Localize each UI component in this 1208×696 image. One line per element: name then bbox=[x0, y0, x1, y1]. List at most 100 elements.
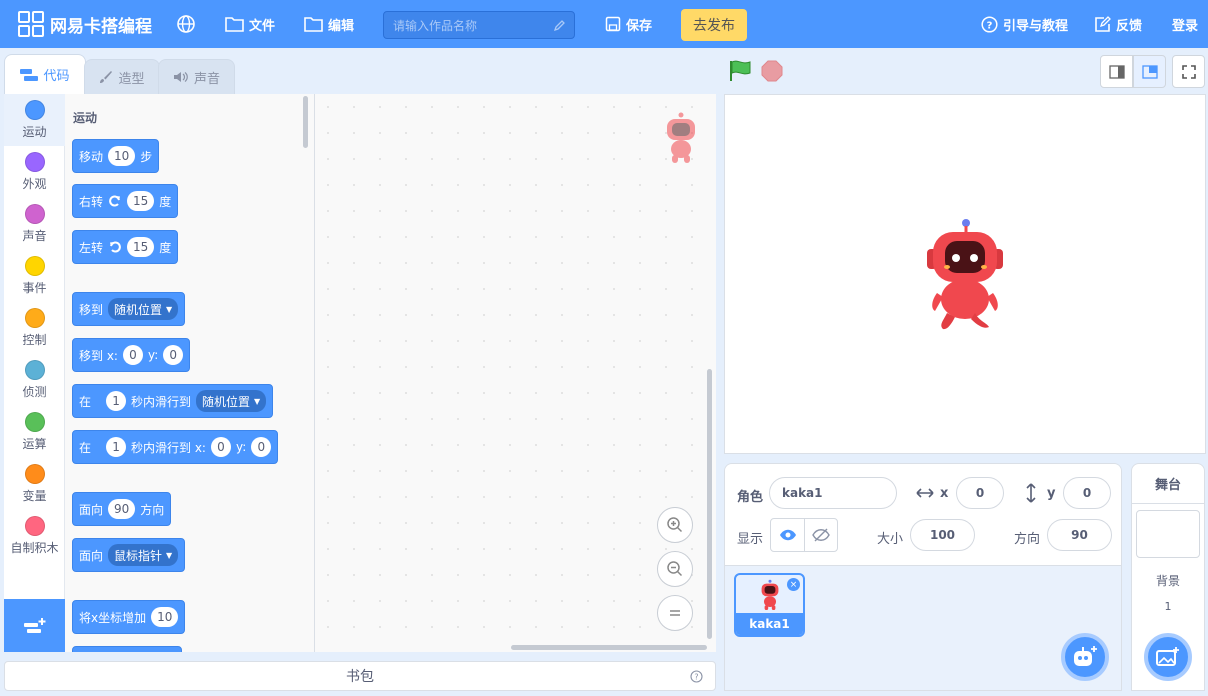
sprite-thumbnail[interactable]: × kaka1 bbox=[734, 573, 805, 637]
block-glide-to[interactable]: 在 1 秒内滑行到 随机位置 ▼ bbox=[72, 384, 274, 418]
tab-costumes[interactable]: 造型 bbox=[84, 59, 160, 94]
category-sensing[interactable]: 侦测 bbox=[4, 354, 65, 406]
add-extension-button[interactable] bbox=[4, 599, 65, 652]
edit-menu[interactable]: 编辑 bbox=[304, 0, 354, 48]
file-menu[interactable]: 文件 bbox=[225, 0, 275, 48]
x-input[interactable]: 0 bbox=[210, 437, 231, 457]
add-backdrop-button[interactable] bbox=[1144, 633, 1192, 681]
small-stage-button[interactable] bbox=[1100, 55, 1133, 88]
save-button[interactable]: 保存 bbox=[605, 0, 652, 48]
size-input[interactable]: 100 bbox=[910, 519, 975, 551]
category-sound-dot bbox=[24, 204, 45, 224]
block-turn-right[interactable]: 右转 15 度 bbox=[72, 184, 179, 218]
workspace-vertical-scrollbar[interactable] bbox=[707, 369, 712, 639]
category-operators-dot bbox=[24, 412, 45, 432]
category-looks-dot bbox=[24, 152, 45, 172]
zoom-out-icon bbox=[667, 561, 683, 577]
category-label: 变量 bbox=[22, 489, 47, 503]
zoom-in-button[interactable] bbox=[657, 507, 693, 543]
zoom-reset-icon bbox=[670, 610, 680, 616]
hide-sprite-button[interactable] bbox=[804, 518, 838, 552]
block-partial[interactable] bbox=[72, 646, 182, 652]
tab-sounds-label: 声音 bbox=[193, 71, 220, 87]
stage-selector[interactable]: 舞台 背景 1 bbox=[1131, 463, 1205, 691]
tab-sounds[interactable]: 声音 bbox=[158, 59, 235, 94]
backpack-header[interactable]: 书包 ? bbox=[4, 661, 716, 691]
y-input[interactable]: 0 bbox=[163, 345, 184, 365]
degrees-input[interactable]: 15 bbox=[127, 237, 155, 257]
stop-icon[interactable] bbox=[761, 60, 783, 82]
block-glide-xy[interactable]: 在 1 秒内滑行到 x: 0 y: 0 bbox=[72, 430, 279, 464]
category-label: 事件 bbox=[22, 281, 47, 295]
block-turn-left[interactable]: 左转 15 度 bbox=[72, 230, 179, 264]
zoom-out-button[interactable] bbox=[657, 551, 693, 587]
direction-input[interactable]: 90 bbox=[1047, 519, 1112, 551]
project-title-input[interactable]: 请输入作品名称 bbox=[383, 11, 575, 39]
category-events[interactable]: 事件 bbox=[4, 250, 65, 302]
category-my-blocks[interactable]: 自制积木 bbox=[4, 510, 65, 562]
block-change-x[interactable]: 将x坐标增加 10 bbox=[72, 600, 186, 634]
glide-dropdown[interactable]: 随机位置 ▼ bbox=[196, 390, 267, 412]
seconds-input[interactable]: 1 bbox=[106, 437, 127, 457]
block-text: 度 bbox=[159, 194, 172, 209]
block-text: 面向 bbox=[79, 502, 104, 517]
robot-sprite[interactable] bbox=[923, 215, 1007, 331]
stage-canvas[interactable] bbox=[724, 94, 1206, 454]
publish-button[interactable]: 去发布 bbox=[681, 9, 747, 41]
x-input[interactable]: 0 bbox=[956, 477, 1004, 509]
delete-sprite-icon[interactable]: × bbox=[787, 578, 800, 591]
normal-stage-button[interactable] bbox=[1133, 55, 1166, 88]
block-goto[interactable]: 移到 随机位置 ▼ bbox=[72, 292, 186, 326]
y-input[interactable]: 0 bbox=[251, 437, 272, 457]
zoom-reset-button[interactable] bbox=[657, 595, 693, 631]
svg-text:?: ? bbox=[987, 20, 993, 31]
fullscreen-icon bbox=[1181, 64, 1196, 79]
feedback-button[interactable]: 反馈 bbox=[1094, 0, 1142, 48]
category-control[interactable]: 控制 bbox=[4, 302, 65, 354]
degrees-input[interactable]: 15 bbox=[127, 191, 155, 211]
tutorial-button[interactable]: ? 引导与教程 bbox=[981, 0, 1068, 48]
fullscreen-button[interactable] bbox=[1172, 55, 1205, 88]
block-text: 移到 x: bbox=[79, 348, 118, 363]
steps-input[interactable]: 10 bbox=[108, 146, 136, 166]
category-operators[interactable]: 运算 bbox=[4, 406, 65, 458]
change-x-input[interactable]: 10 bbox=[151, 607, 179, 627]
category-sound[interactable]: 声音 bbox=[4, 198, 65, 250]
language-button[interactable] bbox=[176, 0, 196, 48]
block-move-steps[interactable]: 移动 10 步 bbox=[72, 139, 160, 173]
palette-scrollbar[interactable] bbox=[303, 96, 308, 148]
show-sprite-button[interactable] bbox=[770, 518, 805, 552]
towards-dropdown[interactable]: 鼠标指针 ▼ bbox=[108, 544, 179, 566]
direction-input[interactable]: 90 bbox=[108, 499, 136, 519]
y-input[interactable]: 0 bbox=[1063, 477, 1111, 509]
script-workspace[interactable] bbox=[315, 94, 716, 652]
category-motion[interactable]: 运动 bbox=[4, 94, 65, 146]
category-looks[interactable]: 外观 bbox=[4, 146, 65, 198]
category-label: 自制积木 bbox=[10, 541, 59, 555]
login-button[interactable]: 登录 bbox=[1172, 0, 1198, 48]
y-label: y bbox=[1047, 486, 1056, 501]
block-point-direction[interactable]: 面向 90 方向 bbox=[72, 492, 172, 526]
help-icon[interactable]: ? bbox=[690, 670, 703, 683]
green-flag-icon[interactable] bbox=[728, 60, 752, 82]
seconds-input[interactable]: 1 bbox=[106, 391, 127, 411]
block-text: 面向 bbox=[79, 548, 104, 563]
svg-text:?: ? bbox=[694, 673, 698, 682]
eye-slash-icon bbox=[812, 528, 830, 542]
category-control-dot bbox=[24, 308, 45, 328]
block-point-towards[interactable]: 面向 鼠标指针 ▼ bbox=[72, 538, 186, 572]
category-variables[interactable]: 变量 bbox=[4, 458, 65, 510]
x-input[interactable]: 0 bbox=[122, 345, 143, 365]
category-variables-dot bbox=[24, 464, 45, 484]
add-sprite-button[interactable] bbox=[1061, 633, 1109, 681]
sprite-name-input[interactable]: kaka1 bbox=[769, 477, 897, 509]
backdrop-thumbnail[interactable] bbox=[1136, 510, 1200, 558]
backdrop-count: 1 bbox=[1164, 600, 1172, 613]
category-label: 运算 bbox=[22, 437, 47, 451]
goto-dropdown[interactable]: 随机位置 ▼ bbox=[108, 298, 179, 320]
workspace-horizontal-scrollbar[interactable] bbox=[511, 645, 707, 650]
brand-logo[interactable]: 网易卡搭编程 bbox=[18, 0, 152, 48]
tab-code[interactable]: 代码 bbox=[4, 54, 86, 94]
block-text: 在 bbox=[79, 394, 92, 409]
block-goto-xy[interactable]: 移到 x: 0 y: 0 bbox=[72, 338, 191, 372]
